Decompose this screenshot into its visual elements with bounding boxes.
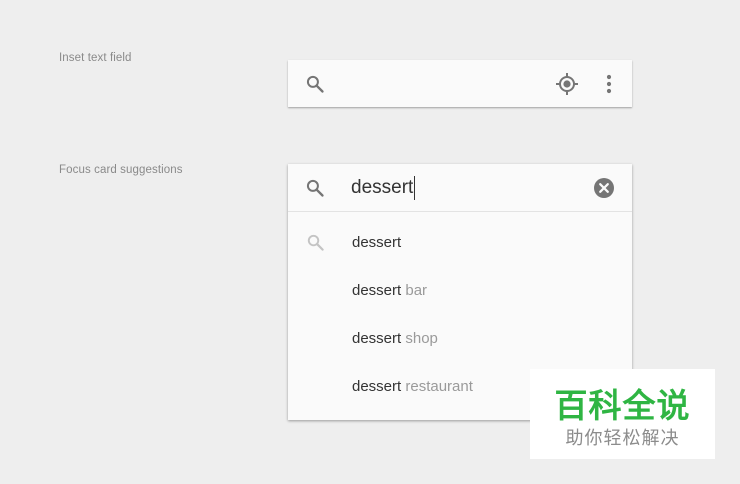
watermark-subtitle: 助你轻松解决 (565, 428, 680, 448)
text-caret (414, 176, 416, 200)
inset-text-field-label: Inset text field (59, 52, 132, 64)
suggestion-text: dessert bar (352, 282, 427, 300)
my-location-icon[interactable] (555, 72, 579, 96)
suggestion-query: dessert (352, 234, 402, 251)
suggestion-query: dessert (352, 282, 402, 299)
suggestion-query: dessert (352, 330, 402, 347)
search-input[interactable]: dessert (351, 176, 416, 200)
search-icon[interactable] (305, 178, 325, 198)
watermark-title: 百科全说 (554, 387, 691, 424)
suggestion-text: dessert restaurant (352, 378, 473, 396)
suggestion-text: dessert shop (352, 330, 438, 348)
search-query-row[interactable]: dessert (288, 164, 632, 212)
more-vert-icon[interactable] (604, 74, 614, 94)
focus-card-suggestions-label: Focus card suggestions (59, 164, 183, 176)
watermark: 百科全说 助你轻松解决 (530, 369, 715, 459)
suggestion-completion: shop (401, 330, 438, 347)
search-input-value: dessert (351, 177, 414, 198)
suggestion-item[interactable]: dessert shop (288, 315, 632, 363)
suggestion-query: dessert (352, 378, 402, 395)
suggestion-completion: bar (401, 282, 428, 299)
suggestion-item[interactable]: dessert bar (288, 267, 632, 315)
inset-search-bar[interactable] (288, 60, 632, 107)
search-icon[interactable] (305, 74, 325, 94)
suggestion-item[interactable]: dessert (288, 219, 632, 267)
suggestion-completion: restaurant (401, 378, 473, 395)
suggestion-text: dessert (352, 234, 401, 252)
history-search-icon (307, 234, 324, 251)
clear-icon[interactable] (594, 178, 614, 198)
